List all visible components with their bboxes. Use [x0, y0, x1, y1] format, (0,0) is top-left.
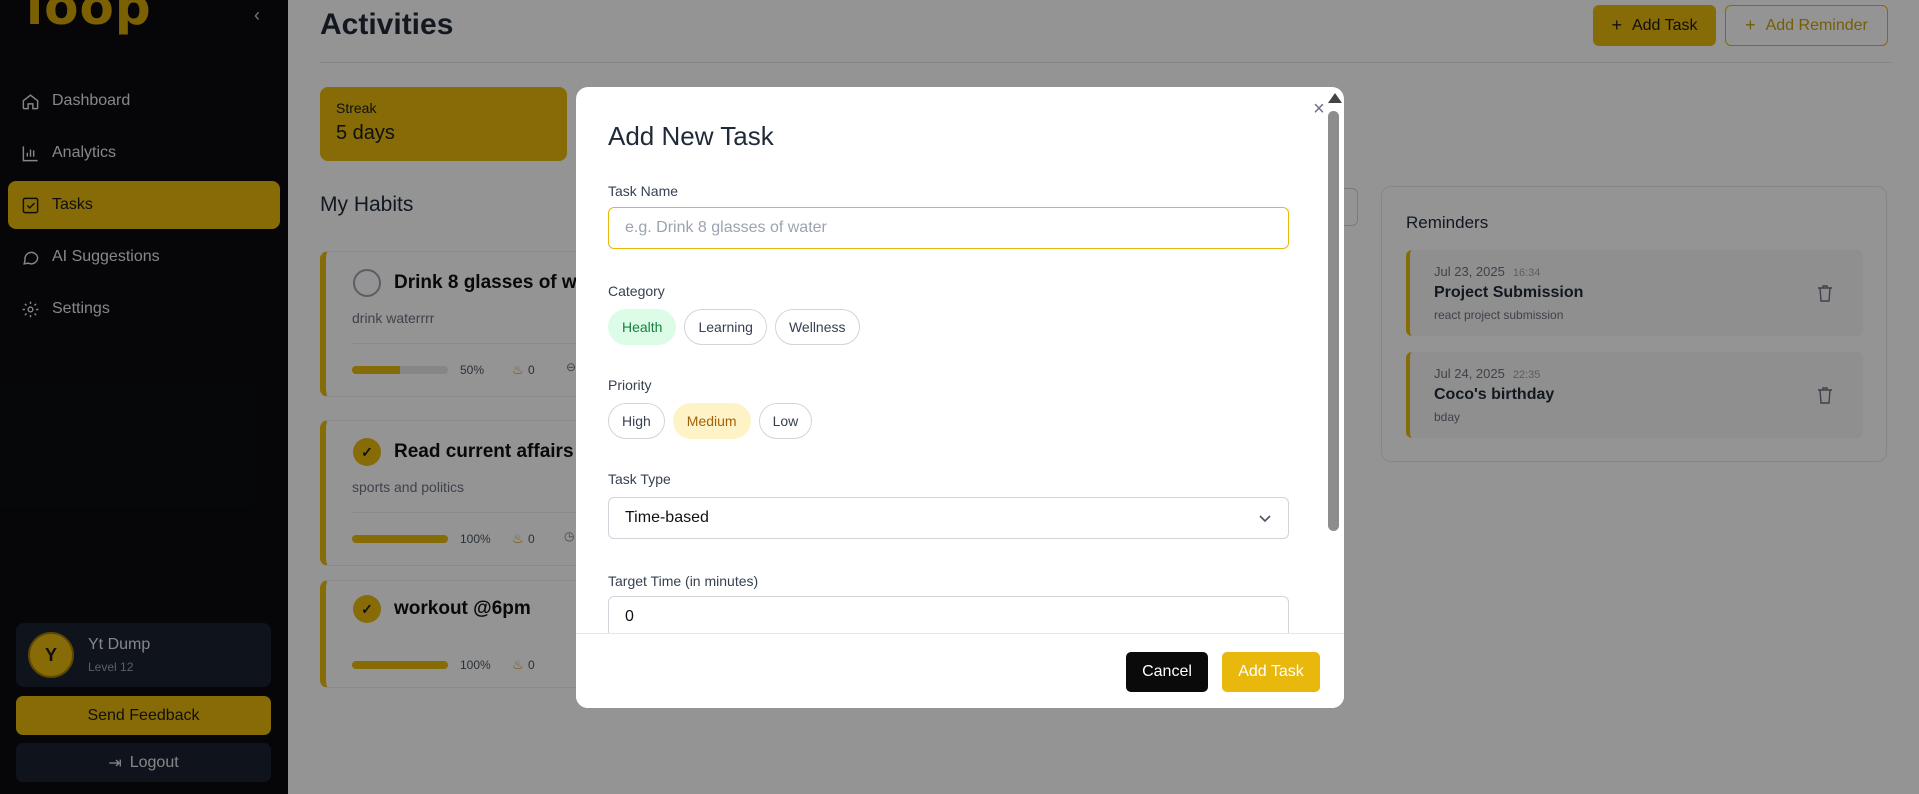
- task-type-value: Time-based: [625, 509, 709, 526]
- task-type-label: Task Type: [608, 471, 671, 487]
- modal-scrollbar[interactable]: [1324, 87, 1342, 633]
- task-name-label: Task Name: [608, 183, 679, 199]
- priority-chip-low[interactable]: Low: [758, 403, 813, 439]
- category-chips: Health Learning Wellness: [608, 309, 868, 345]
- priority-chip-high[interactable]: High: [608, 403, 665, 439]
- scroll-up-arrow-icon[interactable]: [1328, 93, 1342, 103]
- category-chip-wellness[interactable]: Wellness: [774, 309, 860, 345]
- submit-add-task-button[interactable]: Add Task: [1222, 652, 1320, 692]
- category-chip-health[interactable]: Health: [608, 309, 677, 345]
- modal-footer: Cancel Add Task: [576, 633, 1344, 708]
- task-name-input[interactable]: [608, 207, 1289, 249]
- category-chip-learning[interactable]: Learning: [684, 309, 767, 345]
- category-label: Category: [608, 283, 665, 299]
- priority-chip-medium[interactable]: Medium: [672, 403, 751, 439]
- modal-title: Add New Task: [608, 121, 774, 151]
- target-time-label: Target Time (in minutes): [608, 573, 759, 589]
- task-type-select[interactable]: Time-based: [608, 497, 1289, 539]
- cancel-button[interactable]: Cancel: [1126, 652, 1208, 692]
- priority-chips: High Medium Low: [608, 403, 820, 439]
- priority-label: Priority: [608, 377, 652, 393]
- scrollbar-thumb[interactable]: [1328, 111, 1339, 531]
- chevron-down-icon: [1259, 515, 1271, 523]
- add-task-modal: × Add New Task Task Name Category Health…: [576, 87, 1344, 708]
- target-time-input[interactable]: [608, 596, 1289, 638]
